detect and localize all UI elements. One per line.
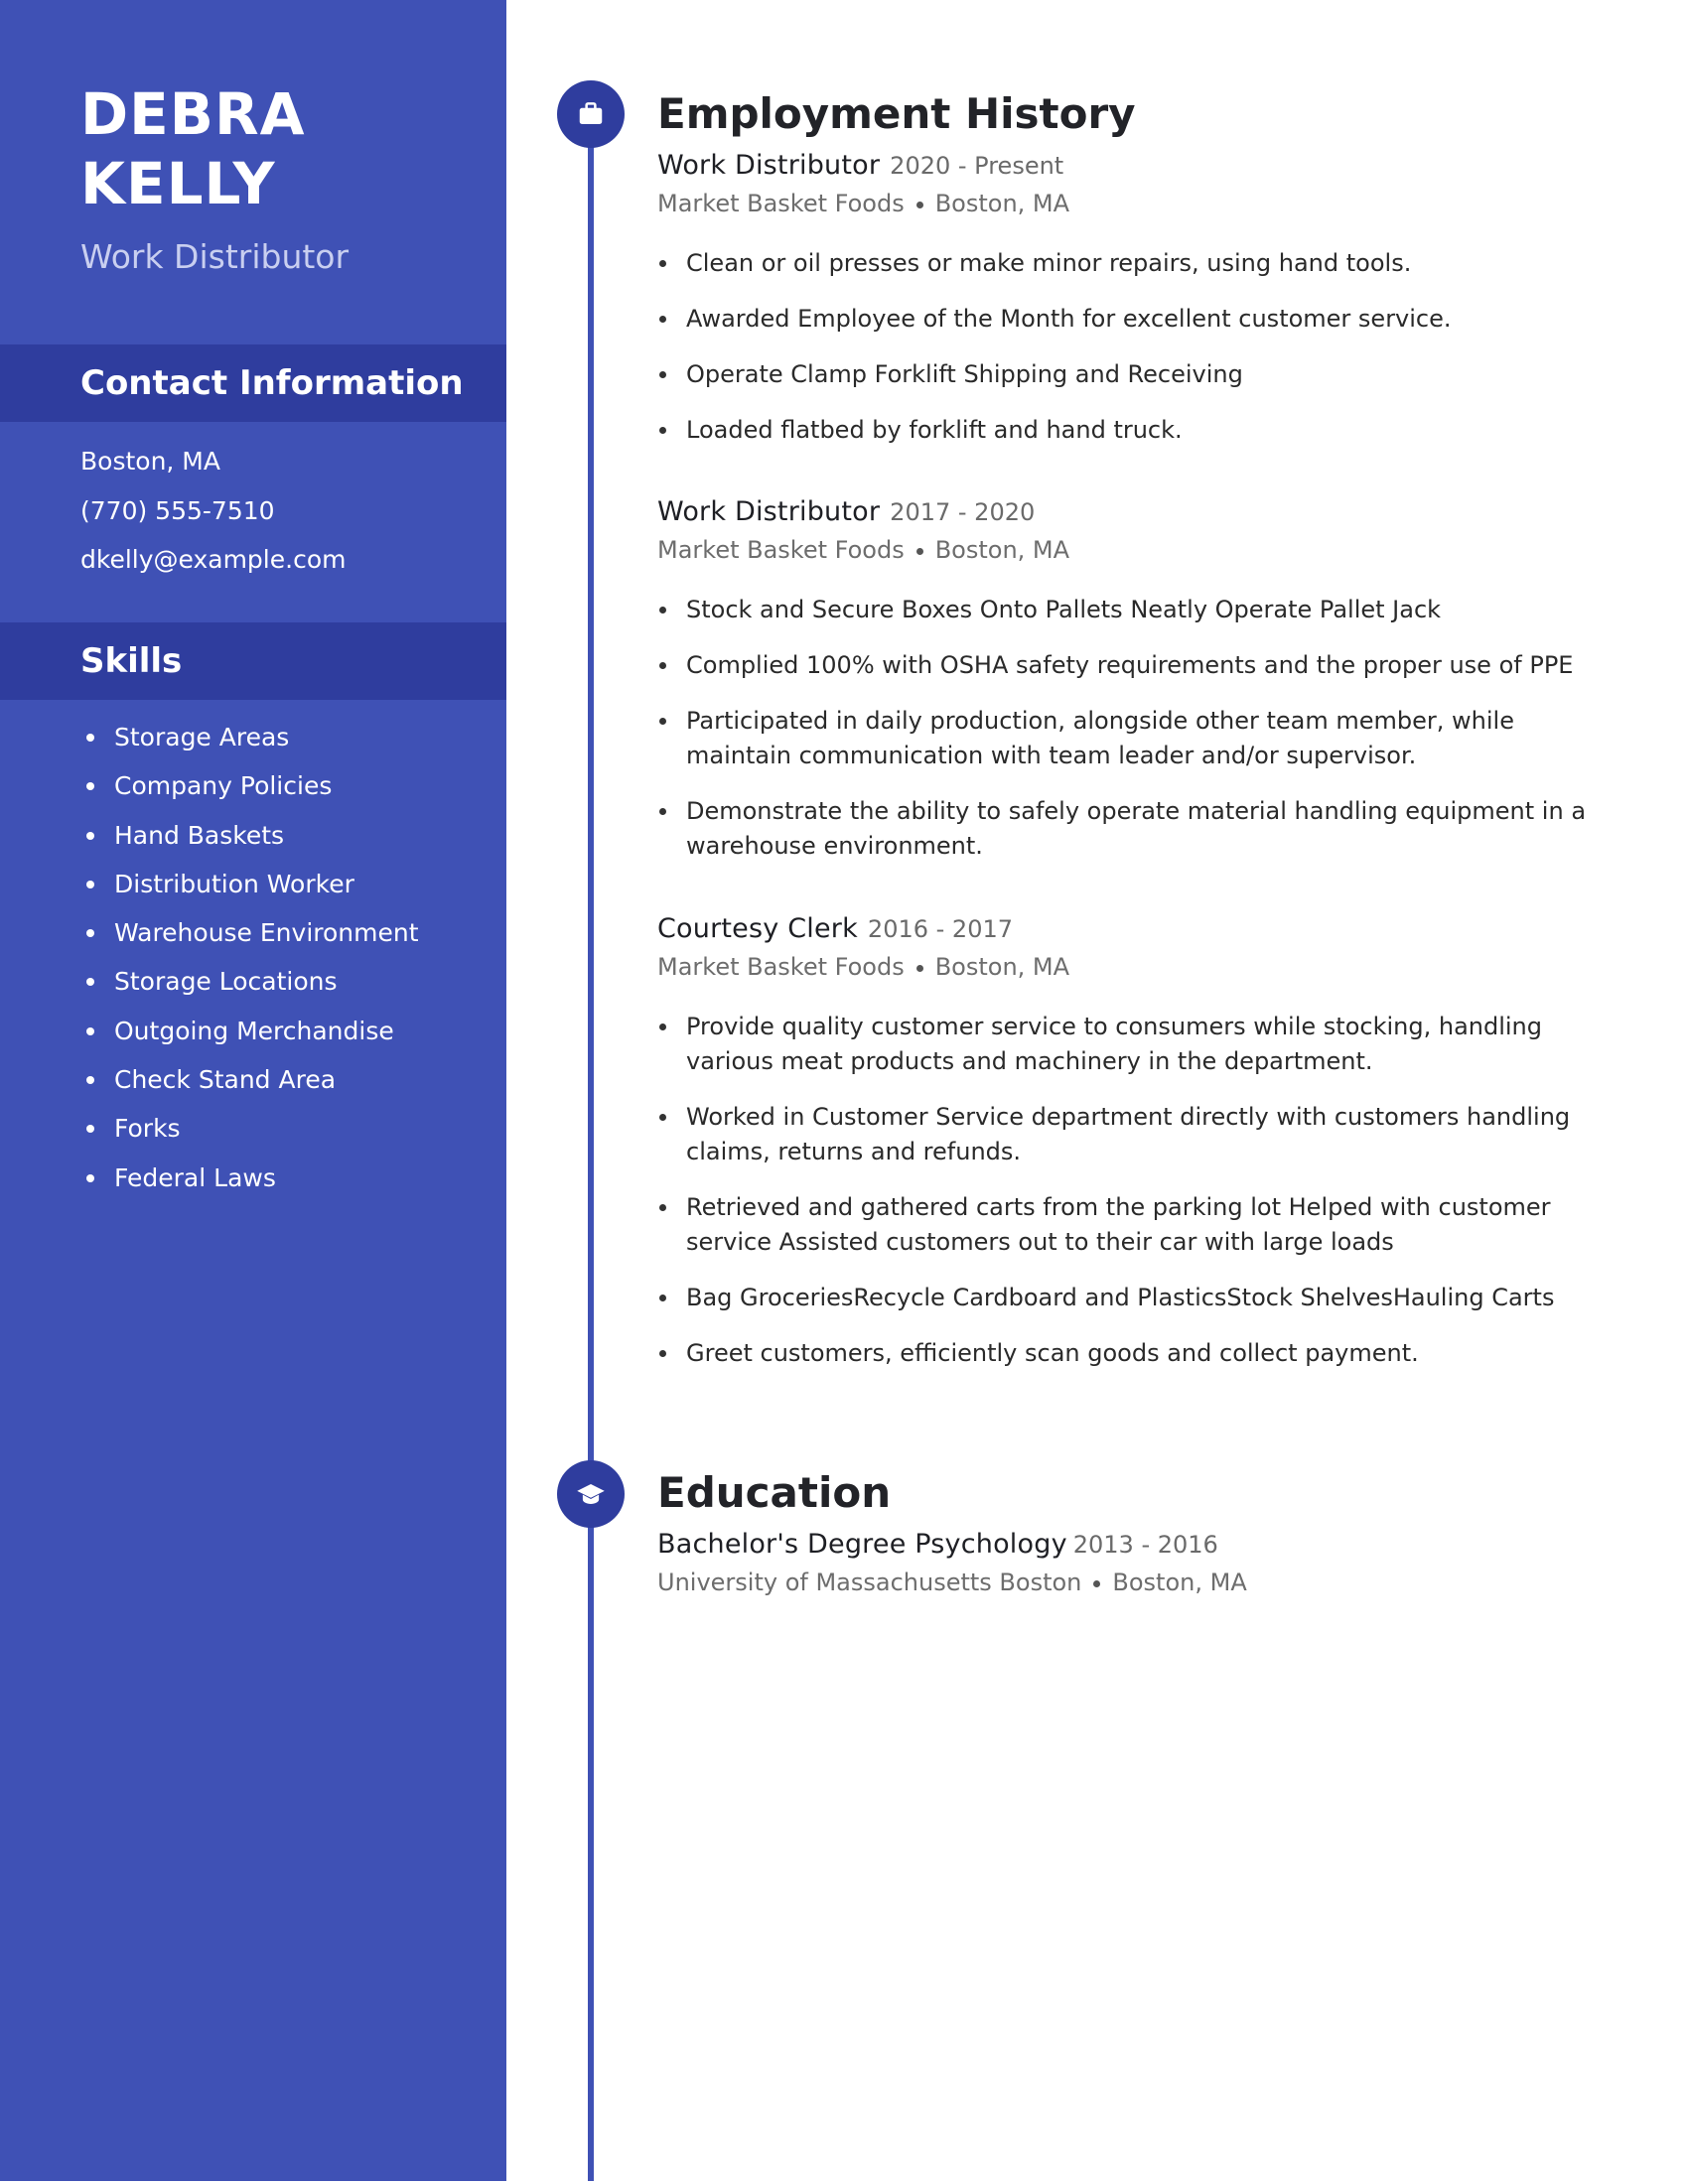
job-meta: Market Basket Foods Boston, MA	[657, 948, 1591, 986]
job-bullet: Demonstrate the ability to safely operat…	[657, 794, 1591, 864]
skill-item: Check Stand Area	[80, 1055, 419, 1104]
job-entry: Work Distributor 2017 - 2020 Market Baske…	[657, 493, 1591, 885]
separator-dot	[915, 964, 923, 972]
separator-dot	[915, 547, 923, 555]
job-bullet: Bag GroceriesRecycle Cardboard and Plast…	[657, 1281, 1591, 1315]
job-bullet: Stock and Secure Boxes Onto Pallets Neat…	[657, 593, 1591, 627]
education-meta: University of Massachusetts Boston Boston…	[657, 1564, 1591, 1601]
job-location: Boston, MA	[934, 953, 1070, 981]
job-entry: Courtesy Clerk 2016 - 2017 Market Basket …	[657, 910, 1591, 1392]
candidate-name: DEBRA KELLY	[80, 79, 306, 218]
job-bullet: Retrieved and gathered carts from the pa…	[657, 1190, 1591, 1260]
skills-list: Storage Areas Company Policies Hand Bask…	[80, 713, 419, 1202]
contact-location: Boston, MA	[80, 447, 220, 476]
job-bullets: Provide quality customer service to cons…	[657, 1010, 1591, 1371]
education-entry: Bachelor's Degree Psychology 2013 - 2016 …	[657, 1526, 1591, 1601]
job-bullet: Worked in Customer Service department di…	[657, 1100, 1591, 1169]
skill-item: Forks	[80, 1104, 419, 1153]
separator-dot	[1093, 1579, 1101, 1587]
job-company: Market Basket Foods	[657, 536, 905, 564]
degree: Bachelor's Degree Psychology	[657, 1529, 1067, 1560]
school-name: University of Massachusetts Boston	[657, 1569, 1082, 1596]
education-header: Bachelor's Degree Psychology 2013 - 2016	[657, 1526, 1591, 1564]
job-role: Work Distributor	[657, 496, 881, 527]
contact-section-header: Contact Information	[0, 344, 506, 422]
job-company: Market Basket Foods	[657, 190, 905, 217]
separator-dot	[915, 201, 923, 208]
school-location: Boston, MA	[1112, 1569, 1247, 1596]
contact-phone: (770) 555-7510	[80, 495, 275, 525]
job-company: Market Basket Foods	[657, 953, 905, 981]
skill-item: Company Policies	[80, 761, 419, 810]
skill-item: Storage Areas	[80, 713, 419, 761]
briefcase-icon	[579, 102, 603, 124]
contact-email: dkelly@example.com	[80, 545, 347, 574]
education-heading: Education	[657, 1468, 892, 1517]
sidebar: DEBRA KELLY Work Distributor Contact Inf…	[0, 0, 506, 2181]
employment-node	[557, 80, 625, 148]
job-dates: 2017 - 2020	[890, 498, 1036, 526]
employment-heading: Employment History	[657, 89, 1136, 138]
contact-list: Boston, MA (770) 555-7510 dkelly@example…	[80, 437, 346, 585]
skill-item: Outgoing Merchandise	[80, 1007, 419, 1055]
job-bullet: Operate Clamp Forklift Shipping and Rece…	[657, 357, 1591, 392]
job-meta: Market Basket Foods Boston, MA	[657, 531, 1591, 569]
job-role: Courtesy Clerk	[657, 913, 858, 944]
skills-section-header: Skills	[0, 622, 506, 700]
skill-item: Distribution Worker	[80, 860, 419, 908]
skills-heading: Skills	[80, 641, 183, 681]
job-bullets: Clean or oil presses or make minor repai…	[657, 246, 1591, 448]
job-bullet: Greet customers, efficiently scan goods …	[657, 1336, 1591, 1371]
job-location: Boston, MA	[934, 190, 1070, 217]
job-title: Work Distributor	[80, 237, 350, 276]
job-header: Work Distributor 2020 - Present	[657, 147, 1591, 185]
job-bullet: Participated in daily production, alongs…	[657, 704, 1591, 773]
job-meta: Market Basket Foods Boston, MA	[657, 185, 1591, 222]
job-entry: Work Distributor 2020 - Present Market Ba…	[657, 147, 1591, 469]
graduation-cap-icon	[577, 1484, 605, 1504]
education-node	[557, 1460, 625, 1528]
job-bullet: Loaded flatbed by forklift and hand truc…	[657, 413, 1591, 448]
job-dates: 2020 - Present	[890, 152, 1064, 180]
job-role: Work Distributor	[657, 150, 881, 181]
job-header: Work Distributor 2017 - 2020	[657, 493, 1591, 531]
last-name: KELLY	[80, 150, 276, 217]
skill-item: Storage Locations	[80, 957, 419, 1006]
job-bullet: Awarded Employee of the Month for excell…	[657, 302, 1591, 337]
job-dates: 2016 - 2017	[867, 915, 1013, 943]
job-bullet: Complied 100% with OSHA safety requireme…	[657, 648, 1591, 683]
skill-item: Warehouse Environment	[80, 908, 419, 957]
skill-item: Hand Baskets	[80, 811, 419, 860]
skill-item: Federal Laws	[80, 1154, 419, 1202]
first-name: DEBRA	[80, 80, 306, 148]
contact-heading: Contact Information	[80, 363, 464, 403]
job-header: Courtesy Clerk 2016 - 2017	[657, 910, 1591, 948]
job-bullets: Stock and Secure Boxes Onto Pallets Neat…	[657, 593, 1591, 864]
job-bullet: Provide quality customer service to cons…	[657, 1010, 1591, 1079]
job-bullet: Clean or oil presses or make minor repai…	[657, 246, 1591, 281]
timeline-line	[588, 147, 594, 2181]
education-dates: 2013 - 2016	[1072, 1531, 1218, 1559]
job-location: Boston, MA	[934, 536, 1070, 564]
